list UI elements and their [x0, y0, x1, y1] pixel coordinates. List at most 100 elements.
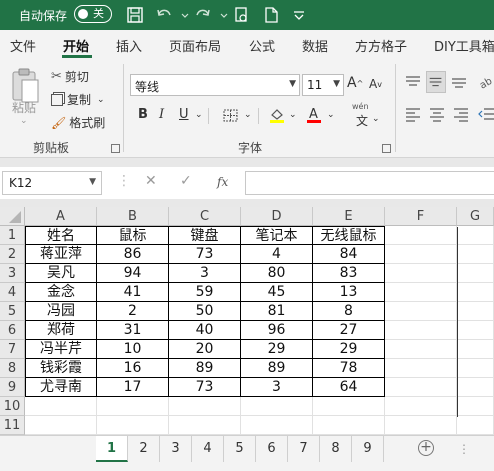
table-header-cell[interactable]: 姓名 [25, 226, 97, 245]
table-cell[interactable]: 89 [241, 359, 313, 378]
table-cell[interactable]: 84 [313, 245, 385, 264]
customize-toolbar-icon[interactable] [290, 6, 308, 24]
table-cell[interactable]: 钱彩霞 [25, 359, 97, 378]
row-header[interactable]: 10 [0, 397, 25, 416]
cell[interactable] [241, 416, 313, 435]
cell[interactable] [385, 245, 457, 264]
table-cell[interactable]: 4 [241, 245, 313, 264]
column-header[interactable]: E [313, 207, 385, 226]
table-cell[interactable]: 40 [169, 321, 241, 340]
font-color-dropdown-icon[interactable]: ⌄ [327, 110, 335, 120]
table-cell[interactable]: 27 [313, 321, 385, 340]
cell[interactable] [457, 359, 494, 378]
table-cell[interactable]: 10 [97, 340, 169, 359]
sheet-tab[interactable]: 3 [160, 436, 192, 462]
align-top-icon[interactable] [404, 74, 422, 90]
align-center-icon[interactable] [428, 106, 446, 122]
table-cell[interactable]: 64 [313, 378, 385, 397]
sheet-tab[interactable]: 7 [288, 436, 320, 462]
select-all-corner[interactable] [0, 207, 25, 226]
print-preview-icon[interactable] [232, 6, 250, 24]
clipboard-dialog-launcher-icon[interactable] [111, 144, 120, 153]
cell[interactable] [457, 302, 494, 321]
sheet-bar-grip-icon[interactable]: ⋮ [458, 442, 470, 456]
undo-icon[interactable] [155, 6, 173, 24]
table-cell[interactable]: 金念 [25, 283, 97, 302]
tab-file[interactable]: 文件 [10, 36, 36, 55]
cell[interactable] [385, 264, 457, 283]
column-header[interactable]: G [457, 207, 494, 226]
cell[interactable] [25, 416, 97, 435]
increase-font-size-button[interactable]: A ^ [347, 75, 363, 91]
row-header[interactable]: 11 [0, 416, 25, 435]
table-cell[interactable]: 20 [169, 340, 241, 359]
add-sheet-button[interactable]: + [418, 440, 434, 456]
borders-dropdown-icon[interactable]: ⌄ [244, 110, 252, 120]
row-header[interactable]: 4 [0, 283, 25, 302]
tab-home[interactable]: 开始 [63, 36, 89, 55]
table-cell[interactable]: 73 [169, 378, 241, 397]
copy-dropdown-icon[interactable]: ⌄ [97, 95, 105, 105]
column-header[interactable]: F [385, 207, 457, 226]
cell[interactable] [457, 397, 494, 416]
format-painter-button[interactable]: 🖌 格式刷 [51, 114, 105, 131]
row-header[interactable]: 1 [0, 226, 25, 245]
document-icon[interactable] [262, 6, 280, 24]
underline-button[interactable]: U [179, 107, 189, 122]
font-dialog-launcher-icon[interactable] [382, 144, 391, 153]
table-cell[interactable]: 50 [169, 302, 241, 321]
table-cell[interactable]: 冯半芹 [25, 340, 97, 359]
row-header[interactable]: 2 [0, 245, 25, 264]
table-cell[interactable]: 86 [97, 245, 169, 264]
table-cell[interactable]: 3 [169, 264, 241, 283]
cell[interactable] [241, 397, 313, 416]
cell[interactable] [385, 416, 457, 435]
row-header[interactable]: 9 [0, 378, 25, 397]
tab-data[interactable]: 数据 [302, 36, 328, 55]
sheet-tab[interactable]: 5 [224, 436, 256, 462]
cell[interactable] [169, 397, 241, 416]
align-right-icon[interactable] [452, 106, 470, 122]
table-cell[interactable]: 94 [97, 264, 169, 283]
cell[interactable] [313, 397, 385, 416]
table-header-cell[interactable]: 鼠标 [97, 226, 169, 245]
cell[interactable] [97, 416, 169, 435]
phonetic-dropdown-icon[interactable]: ⌄ [372, 114, 380, 124]
table-cell[interactable]: 2 [97, 302, 169, 321]
font-size-select[interactable]: 11 ▼ [302, 74, 344, 96]
table-cell[interactable]: 73 [169, 245, 241, 264]
row-header[interactable]: 7 [0, 340, 25, 359]
table-cell[interactable]: 蒋亚萍 [25, 245, 97, 264]
cell[interactable] [97, 397, 169, 416]
table-cell[interactable]: 83 [313, 264, 385, 283]
cell[interactable] [385, 340, 457, 359]
cell[interactable] [385, 283, 457, 302]
bold-button[interactable]: B [138, 107, 148, 122]
column-header[interactable]: D [241, 207, 313, 226]
orientation-icon[interactable]: ab [478, 74, 494, 92]
row-header[interactable]: 8 [0, 359, 25, 378]
align-middle-icon[interactable] [426, 71, 446, 93]
table-cell[interactable]: 8 [313, 302, 385, 321]
align-left-icon[interactable] [404, 106, 422, 122]
copy-button[interactable]: 复制 ⌄ [51, 91, 105, 108]
row-header[interactable]: 6 [0, 321, 25, 340]
decrease-indent-icon[interactable] [478, 106, 494, 122]
cell[interactable] [457, 245, 494, 264]
tab-diy-toolbox[interactable]: DIY工具箱 [434, 36, 494, 55]
cell[interactable] [457, 321, 494, 340]
row-header[interactable]: 3 [0, 264, 25, 283]
table-cell[interactable]: 78 [313, 359, 385, 378]
column-header[interactable]: C [169, 207, 241, 226]
decrease-font-size-button[interactable]: Av [369, 77, 382, 91]
sheet-tab[interactable]: 8 [320, 436, 352, 462]
sheet-tab[interactable]: 9 [352, 436, 384, 462]
table-header-cell[interactable]: 笔记本 [241, 226, 313, 245]
table-cell[interactable]: 81 [241, 302, 313, 321]
sheet-tab[interactable]: 1 [96, 436, 128, 462]
cell[interactable] [385, 359, 457, 378]
table-cell[interactable]: 17 [97, 378, 169, 397]
cell[interactable] [385, 226, 457, 245]
tab-formulas[interactable]: 公式 [249, 36, 275, 55]
italic-button[interactable]: I [159, 107, 164, 122]
